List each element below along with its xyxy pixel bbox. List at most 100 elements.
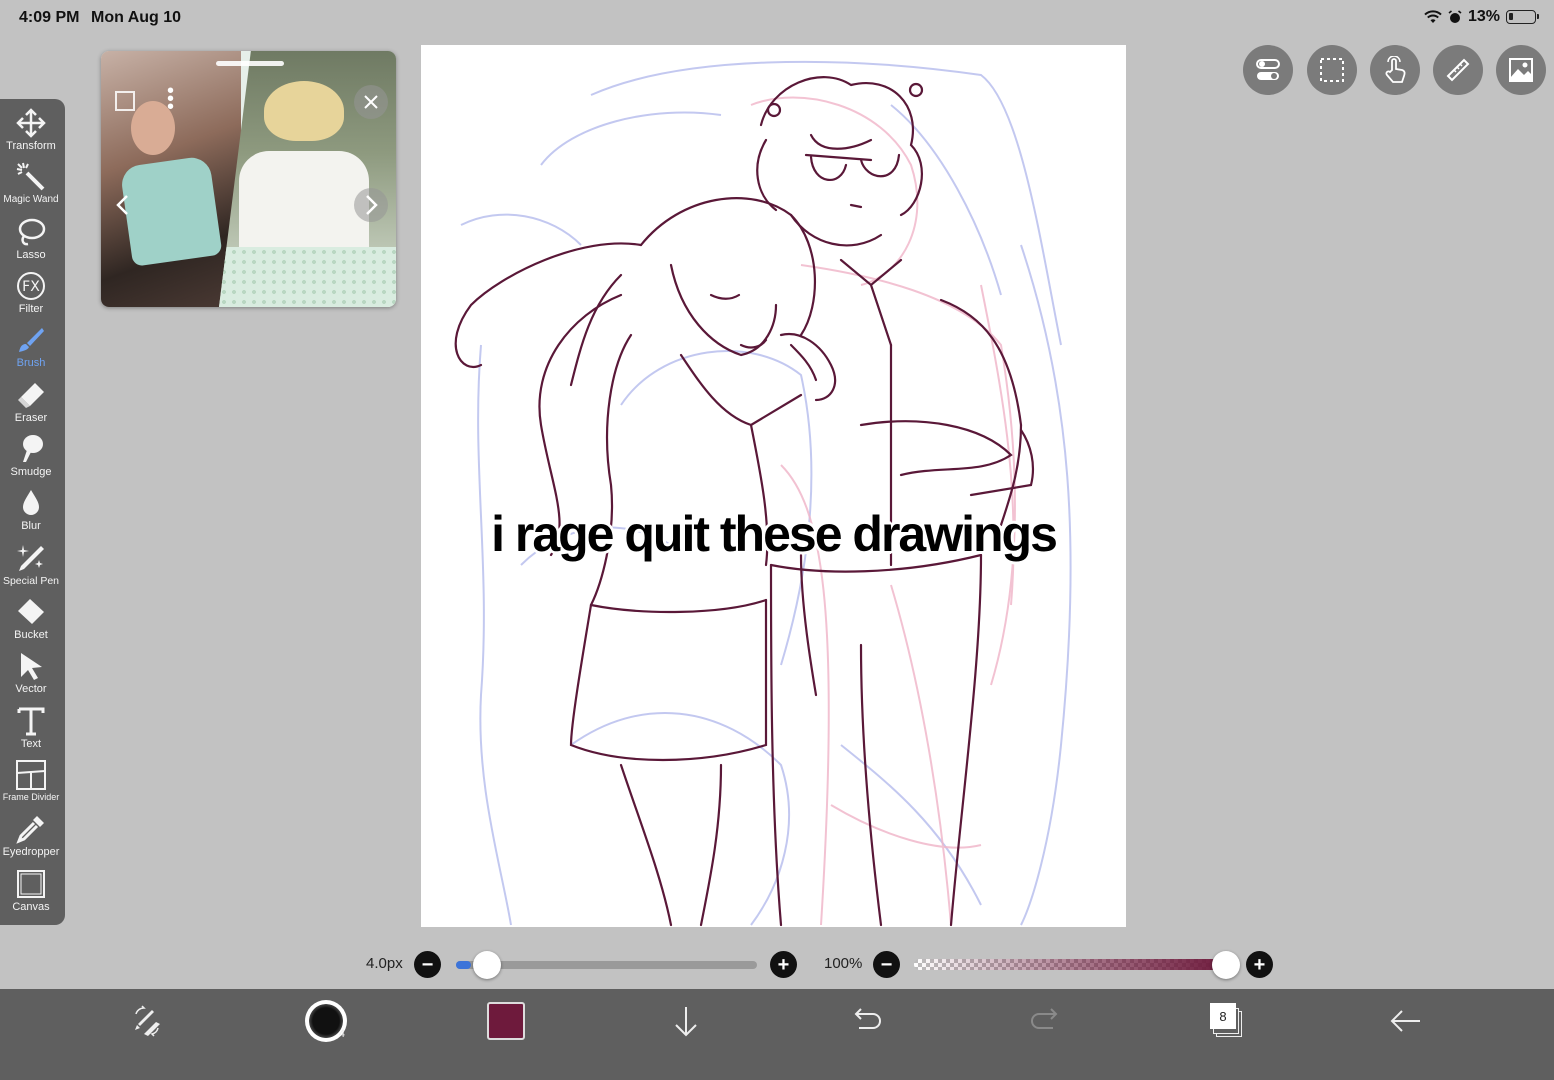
selection-marquee-icon <box>1320 58 1344 82</box>
status-bar: 4:09 PM Mon Aug 10 13% <box>0 0 1554 36</box>
brush-preview-number: 4 <box>338 1028 345 1040</box>
layer-settings-button[interactable] <box>1243 45 1293 95</box>
cursor-arrow-icon <box>21 653 42 680</box>
status-time: 4:09 PM <box>19 9 80 26</box>
tool-label: Lasso <box>16 249 46 261</box>
tool-vector[interactable]: Vector <box>0 650 62 704</box>
selection-button[interactable] <box>1307 45 1357 95</box>
tool-label: Vector <box>15 683 47 695</box>
frame-divider-icon <box>16 760 46 790</box>
tool-label: Frame Divider <box>2 792 60 802</box>
tool-bucket[interactable]: Bucket <box>0 596 62 650</box>
battery-percent: 13% <box>1467 8 1500 25</box>
tool-magic-wand[interactable]: Magic Wand <box>0 161 62 215</box>
layer-count: 8 <box>1210 1003 1236 1029</box>
reference-menu-icon[interactable]: • • • <box>167 81 174 117</box>
hand-pointer-icon <box>1385 56 1406 83</box>
canvas-square-icon <box>17 870 45 898</box>
magic-wand-icon <box>16 162 45 191</box>
tool-label: Text <box>20 738 42 750</box>
tool-text[interactable]: Text <box>0 705 62 759</box>
tool-label: Smudge <box>10 466 52 478</box>
reference-window[interactable]: • • • <box>101 51 396 307</box>
reference-prev-button[interactable] <box>106 188 140 222</box>
brush-opacity-value: 100% <box>824 955 863 972</box>
status-date: Mon Aug 10 <box>91 9 182 26</box>
undo-button[interactable] <box>844 1001 888 1041</box>
brush-opacity-thumb[interactable] <box>1212 951 1240 979</box>
svg-text:FX: FX <box>22 279 40 295</box>
tool-brush[interactable]: Brush <box>0 324 62 378</box>
bucket-icon <box>18 599 44 624</box>
tool-frame-divider[interactable]: Frame Divider <box>0 759 62 813</box>
ruler-button[interactable] <box>1433 45 1483 95</box>
brush-opacity-increase-button[interactable]: + <box>1246 951 1273 978</box>
tool-label: Eyedropper <box>2 846 60 858</box>
brush-opacity-slider[interactable] <box>914 959 1229 970</box>
toggle-switches-icon <box>1256 59 1280 80</box>
sketch-artwork <box>454 60 1072 927</box>
layers-button[interactable]: 8 <box>1208 1003 1244 1039</box>
text-t-icon <box>17 707 45 736</box>
tool-label: Magic Wand <box>3 194 59 205</box>
image-icon <box>1509 58 1533 82</box>
color-swatch-button[interactable] <box>487 1002 525 1040</box>
sparkle-pen-icon <box>17 545 44 571</box>
brush-opacity-decrease-button[interactable]: − <box>873 951 900 978</box>
redo-icon <box>1031 1008 1058 1029</box>
wifi-icon <box>1424 10 1442 23</box>
gallery-button[interactable] <box>1496 45 1546 95</box>
tool-smudge[interactable]: Smudge <box>0 433 62 487</box>
battery-icon <box>1506 10 1539 24</box>
chevron-right-icon <box>366 195 378 215</box>
reference-expand-icon[interactable] <box>115 91 135 111</box>
close-icon <box>364 95 378 109</box>
undo-icon <box>854 1008 881 1029</box>
tool-sidebar: Transform Magic Wand Lasso FX Filter Bru… <box>0 99 65 925</box>
reference-next-button[interactable] <box>354 188 388 222</box>
tool-transform[interactable]: Transform <box>0 107 62 161</box>
tool-label: Brush <box>16 357 46 369</box>
tool-label: Blur <box>21 520 41 532</box>
merge-down-button[interactable] <box>664 1001 708 1041</box>
back-button[interactable] <box>1384 1001 1428 1041</box>
touch-button[interactable] <box>1370 45 1420 95</box>
tool-label: Transform <box>6 140 56 152</box>
brush-size-decrease-button[interactable]: − <box>414 951 441 978</box>
brush-size-fill <box>456 961 472 969</box>
reference-drag-handle[interactable] <box>216 61 284 66</box>
brush-size-slider[interactable] <box>456 961 757 969</box>
tool-label: Special Pen <box>2 575 60 587</box>
tool-canvas[interactable]: Canvas <box>0 868 62 922</box>
brush-preview-button[interactable]: 4 <box>305 1000 347 1042</box>
pen-eraser-swap-icon <box>135 1005 160 1037</box>
chevron-left-icon <box>116 195 128 215</box>
arrow-down-icon <box>675 1007 697 1037</box>
drop-icon <box>23 490 39 515</box>
brush-icon <box>19 328 44 352</box>
tool-lasso[interactable]: Lasso <box>0 216 62 270</box>
redo-button[interactable] <box>1024 1001 1068 1041</box>
tool-blur[interactable]: Blur <box>0 487 62 541</box>
fx-icon: FX <box>17 272 45 300</box>
tool-label: Canvas <box>12 901 50 913</box>
eraser-icon <box>18 383 44 408</box>
brush-size-increase-button[interactable]: + <box>770 951 797 978</box>
move-arrows-icon <box>16 108 46 138</box>
eyedropper-icon <box>16 816 44 844</box>
lasso-icon <box>18 218 46 246</box>
alarm-icon <box>1448 10 1462 23</box>
tool-label: Filter <box>18 303 44 315</box>
reference-close-button[interactable] <box>354 85 388 119</box>
tool-filter[interactable]: FX Filter <box>0 270 62 324</box>
arrow-left-icon <box>1390 1010 1420 1032</box>
tool-eyedropper[interactable]: Eyedropper <box>0 813 62 867</box>
video-caption: i rage quit these drawings <box>491 506 1058 562</box>
tool-eraser[interactable]: Eraser <box>0 379 62 433</box>
quick-switch-button[interactable] <box>125 1001 169 1041</box>
drawing-canvas[interactable] <box>421 45 1126 927</box>
tool-special-pen[interactable]: Special Pen <box>0 542 62 596</box>
status-indicators: 13% <box>1424 8 1539 26</box>
brush-size-thumb[interactable] <box>473 951 502 979</box>
ruler-icon <box>1446 58 1470 82</box>
